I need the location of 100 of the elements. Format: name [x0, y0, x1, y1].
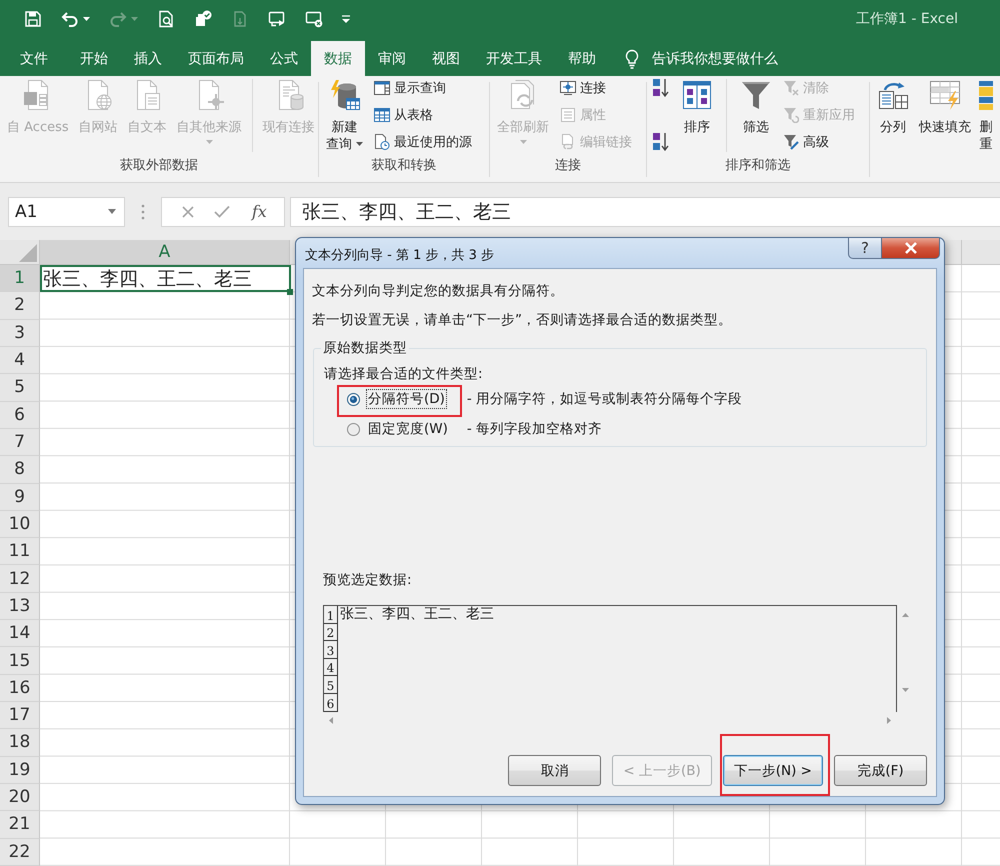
sort-ascending-icon	[652, 77, 670, 99]
ribbon-tab[interactable]: 公式	[257, 41, 311, 76]
ribbon-button[interactable]: 从表格	[372, 104, 474, 126]
row-header[interactable]: 20	[0, 784, 40, 812]
ribbon-button[interactable]: 排序	[677, 77, 717, 136]
preview-text: 张三、李四、王二、老三	[340, 606, 494, 624]
funnel-pencil-icon	[783, 134, 799, 150]
fill-handle-icon[interactable]	[287, 289, 293, 296]
ribbon-tab[interactable]: 数据	[311, 41, 365, 76]
row-header[interactable]: 11	[0, 538, 40, 566]
prompt-text: 请选择最合适的文件类型:	[324, 365, 484, 383]
preview-label: 预览选定数据:	[323, 571, 413, 589]
row-header[interactable]: 16	[0, 674, 40, 702]
ribbon-tab[interactable]: 插入	[121, 41, 175, 76]
list-icon	[560, 107, 576, 123]
check-icon[interactable]	[214, 204, 230, 218]
row-header[interactable]: 2	[0, 292, 40, 320]
file-clock-icon	[374, 134, 390, 150]
drag-handle-icon	[141, 204, 145, 220]
ribbon-tab[interactable]: 页面布局	[175, 41, 257, 76]
row-header[interactable]: 5	[0, 374, 40, 402]
insert-function-button[interactable]: fx	[248, 202, 271, 221]
row-header[interactable]: 18	[0, 729, 40, 757]
row-header[interactable]: 4	[0, 346, 40, 374]
table-pane-icon	[374, 80, 390, 96]
row-header[interactable]: 13	[0, 592, 40, 620]
sort-icon	[681, 79, 713, 111]
ribbon-tab[interactable]: 文件	[3, 41, 67, 76]
table-lightning-icon	[929, 79, 961, 111]
save-icon	[24, 10, 42, 28]
ribbon-button[interactable]: 高级	[781, 131, 857, 153]
row-header[interactable]: 14	[0, 620, 40, 648]
row-header[interactable]: 6	[0, 402, 40, 429]
ribbon-tab[interactable]: 帮助	[555, 41, 609, 76]
row-header[interactable]: 8	[0, 456, 40, 484]
caret-icon	[108, 209, 116, 214]
row-header[interactable]: 9	[0, 484, 40, 511]
ribbon-group-label: 获取和转换	[370, 157, 438, 175]
ribbon-button[interactable]: 新建 查询	[322, 77, 367, 153]
print-preview-icon	[157, 10, 175, 28]
ribbon-tab[interactable]: 开始	[67, 41, 121, 76]
instruction-text: 若一切设置无误，请单击“下一步”，否则请选择最合适的数据类型。	[312, 311, 733, 329]
screen-x-icon	[305, 10, 323, 28]
striped-block-icon	[979, 79, 993, 111]
line-number: 2	[324, 624, 338, 642]
group-legend: 原始数据类型	[321, 339, 409, 357]
caret-icon	[342, 15, 350, 23]
table-cell[interactable]: 张三、李四、王二、老三	[40, 265, 291, 292]
help-button[interactable]: ?	[848, 238, 882, 259]
ribbon-tab[interactable]: 开发工具	[473, 41, 555, 76]
row-header[interactable]: 3	[0, 320, 40, 347]
close-button[interactable]	[882, 238, 940, 259]
dialog-button[interactable]: 完成(F)	[834, 755, 927, 786]
funnel-refresh-icon	[783, 107, 799, 123]
dialog-button[interactable]: 下一步(N) >	[722, 755, 823, 786]
funnel-icon	[740, 79, 772, 111]
database-lightning-icon	[328, 79, 360, 111]
option-description: - 每列字段加空格对齐	[466, 420, 604, 438]
ribbon-button[interactable]: 筛选	[736, 77, 776, 136]
message-text: 文本分列向导判定您的数据具有分隔符。	[312, 282, 565, 300]
ribbon-tab[interactable]: 审阅	[365, 41, 419, 76]
name-box[interactable]: A1	[8, 196, 125, 226]
row-header[interactable]: 17	[0, 702, 40, 730]
screen-play-icon	[268, 10, 286, 28]
ribbon-tab[interactable]: 视图	[419, 41, 473, 76]
row-header[interactable]: 22	[0, 838, 40, 866]
row-header[interactable]: 12	[0, 565, 40, 593]
ribbon-button[interactable]: 最近使用的源	[372, 131, 474, 153]
scroll-up-icon	[902, 613, 908, 617]
row-header[interactable]: 7	[0, 428, 40, 456]
line-number: 3	[324, 641, 338, 659]
window-title: 工作簿1 - Excel	[856, 10, 958, 28]
option-description: - 用分隔字符，如逗号或制表符分隔每个字段	[466, 390, 744, 408]
check-badge-icon	[194, 10, 212, 28]
ribbon-button[interactable]: 快速填充	[915, 77, 975, 136]
file-link-icon	[560, 134, 576, 150]
row-header[interactable]: 15	[0, 647, 40, 675]
line-number: 4	[324, 658, 338, 676]
dialog-button[interactable]: 取消	[508, 755, 602, 786]
ribbon-button[interactable]: 显示查询	[372, 77, 474, 99]
ribbon-button[interactable]: 连接	[558, 77, 634, 99]
redo-icon	[109, 10, 127, 28]
row-header[interactable]: 1	[0, 265, 40, 292]
ribbon-button[interactable]: 分列	[873, 77, 913, 136]
connection-icon	[560, 80, 576, 96]
dialog-title: 文本分列向导 - 第 1 步，共 3 步	[305, 247, 494, 264]
ribbon-button[interactable]: 删 重	[977, 77, 993, 153]
row-header[interactable]: 21	[0, 811, 40, 839]
line-number: 5	[324, 676, 338, 694]
radio-option[interactable]: 固定宽度(W)	[347, 419, 450, 439]
undo-icon	[61, 10, 79, 28]
line-number: 1	[324, 606, 338, 624]
row-header[interactable]: 19	[0, 756, 40, 784]
column-header[interactable]: A	[40, 240, 290, 264]
row-header[interactable]: 10	[0, 510, 40, 538]
formula-input[interactable]: 张三、李四、王二、老三	[290, 196, 1000, 226]
tell-me-box[interactable]: 告诉我你想要做什么	[621, 41, 782, 76]
ribbon-group-label: 排序和筛选	[724, 157, 792, 175]
ribbon-group-label: 获取外部数据	[119, 157, 199, 175]
ribbon-group-label: 连接	[554, 157, 582, 175]
